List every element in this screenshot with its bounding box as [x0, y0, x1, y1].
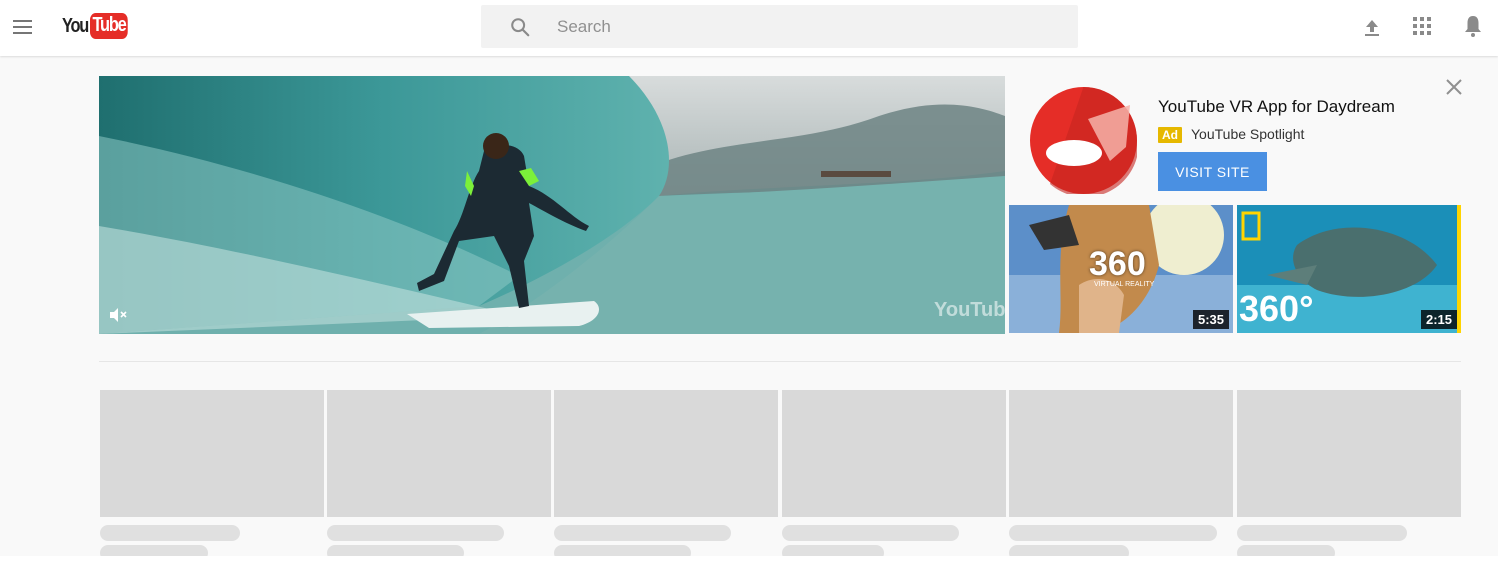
logo-tube-text: Tube: [90, 13, 128, 39]
loading-thumbnail: [1009, 390, 1233, 517]
menu-icon[interactable]: [10, 14, 36, 40]
loading-thumbnail: [782, 390, 1006, 517]
loading-title-line: [1009, 525, 1217, 541]
ad-badge: Ad: [1158, 127, 1182, 143]
thumbnail-vr-text: VIRTUAL REALITY: [1094, 281, 1155, 288]
loading-card: [327, 390, 551, 561]
loading-title-line: [782, 525, 959, 541]
loading-thumbnail: [100, 390, 324, 517]
masthead: You Tube: [0, 0, 1498, 56]
surfer-video-frame: YouTube: [99, 76, 1005, 334]
volume-off-icon[interactable]: [109, 307, 129, 323]
thumbnail-360-degree-text: 360°: [1239, 288, 1314, 329]
ad-channel-name[interactable]: YouTube Spotlight: [1191, 126, 1304, 142]
search-box[interactable]: [481, 5, 1078, 48]
ad-thumbnail-1[interactable]: 360 VIRTUAL REALITY 5:35: [1009, 205, 1233, 333]
close-icon[interactable]: [1443, 76, 1465, 98]
loading-title-line: [1237, 525, 1407, 541]
loading-thumbnail: [1237, 390, 1461, 517]
duration-badge: 5:35: [1192, 310, 1229, 329]
notifications-icon[interactable]: [1461, 14, 1485, 38]
loading-title-line: [554, 525, 731, 541]
search-icon[interactable]: [509, 16, 531, 38]
featured-banner: YouTube YouTube VR App for Daydream Ad Y…: [99, 76, 1462, 334]
loading-card: [554, 390, 778, 561]
loading-thumbnail: [554, 390, 778, 517]
apps-icon[interactable]: [1410, 14, 1434, 38]
upload-icon[interactable]: [1360, 14, 1384, 38]
daydream-app-logo[interactable]: [1030, 87, 1137, 194]
loading-card: [1237, 390, 1461, 561]
loading-card: [100, 390, 324, 561]
loading-title-line: [100, 525, 240, 541]
loading-thumbnail: [327, 390, 551, 517]
youtube-logo[interactable]: You Tube: [62, 13, 136, 39]
logo-you-text: You: [62, 14, 89, 37]
video-watermark: YouTube: [934, 299, 1005, 321]
page-bottom-fade: [0, 556, 1498, 587]
ad-panel: YouTube VR App for Daydream Ad YouTube S…: [1009, 76, 1462, 334]
thumbnail-360-text: 360: [1089, 245, 1146, 283]
search-input[interactable]: [557, 5, 1057, 48]
loading-title-line: [327, 525, 504, 541]
visit-site-button[interactable]: VISIT SITE: [1158, 152, 1267, 191]
duration-badge: 2:15: [1420, 310, 1457, 329]
ad-title[interactable]: YouTube VR App for Daydream: [1158, 97, 1395, 117]
featured-video[interactable]: YouTube: [99, 76, 1005, 334]
section-divider: [99, 361, 1461, 362]
loading-card: [1009, 390, 1233, 561]
ad-thumbnail-2[interactable]: 360° 2:15: [1237, 205, 1461, 333]
loading-card: [782, 390, 1006, 561]
